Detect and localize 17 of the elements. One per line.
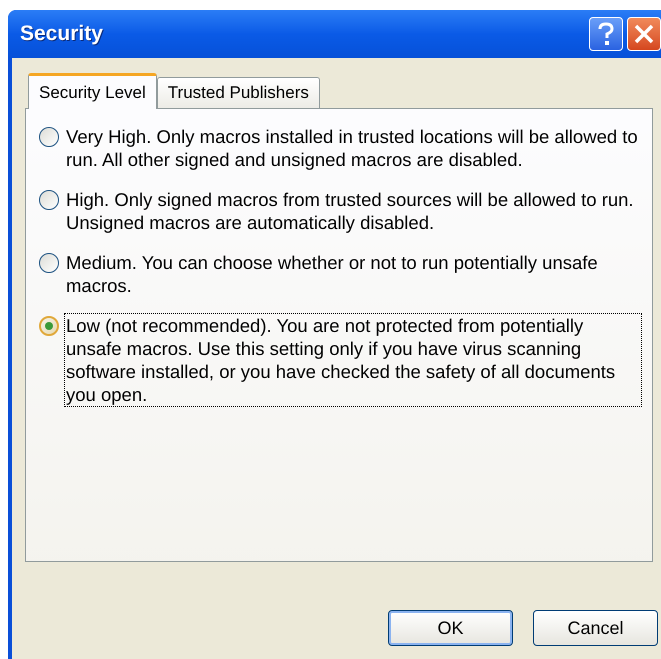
radio-button[interactable]	[39, 190, 59, 210]
tab[interactable]: Trusted Publishers	[156, 77, 320, 108]
tab[interactable]: Security Level	[28, 73, 157, 109]
close-icon	[633, 23, 655, 45]
radio-button[interactable]	[39, 253, 59, 273]
window-title: Security	[20, 21, 104, 48]
option-text: Medium. You can choose whether or not to run potentially unsafe macros.	[65, 251, 599, 297]
option-text: High. Only signed macros from trusted sources will be allowed to run. Unsigned macros are automatically disabled.	[65, 188, 635, 234]
help-button[interactable]	[589, 17, 623, 51]
dialog-button[interactable]: OK	[388, 610, 513, 646]
radio-button[interactable]	[39, 127, 59, 147]
radio-button[interactable]	[39, 316, 59, 336]
option-text: Very High. Only macros installed in trusted locations will be allowed to run. All other signed and unsigned macros are disabled.	[65, 125, 639, 171]
close-button[interactable]	[627, 17, 661, 51]
help-icon	[598, 22, 614, 46]
option-text: Low (not recommended). You are not protected from potentially unsafe macros. Use this setting only if you have virus scanning software installed, or you have checked the safety of all documents you open.	[65, 314, 641, 406]
dialog-button[interactable]: Cancel	[533, 610, 658, 646]
